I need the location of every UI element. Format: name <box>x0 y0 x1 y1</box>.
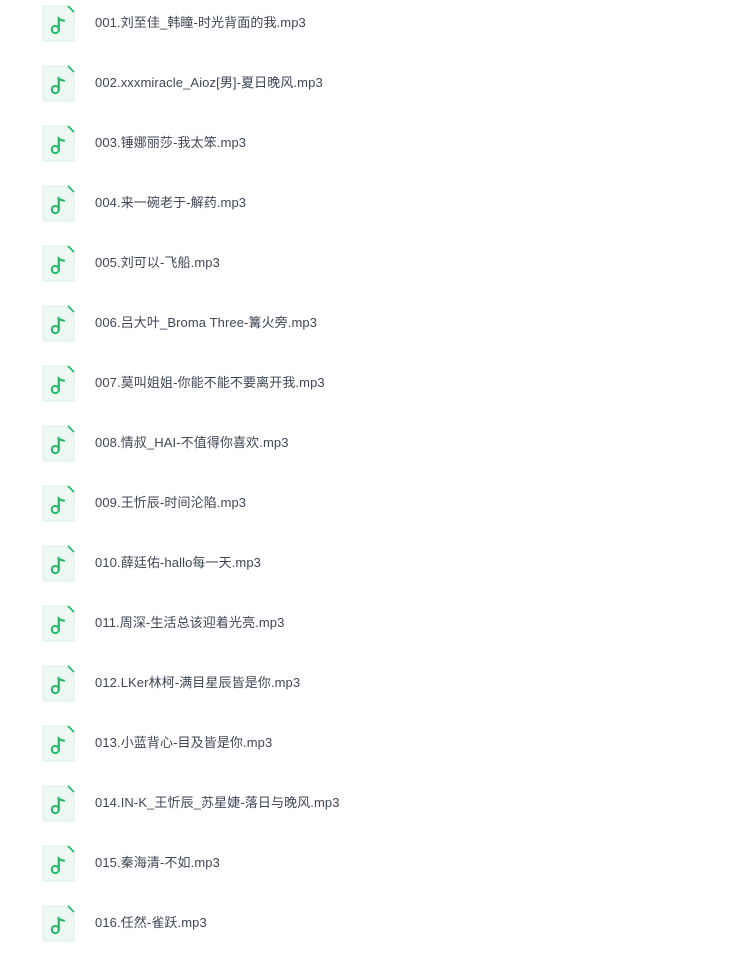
music-file-icon[interactable] <box>42 725 75 762</box>
file-row[interactable]: 009.王忻辰-时间沦陷.mp3 <box>0 480 753 540</box>
file-row[interactable]: 011.周深-生活总该迎着光亮.mp3 <box>0 600 753 660</box>
file-row[interactable]: 015.秦海清-不如.mp3 <box>0 840 753 900</box>
file-row[interactable]: 010.薛廷佑-hallo每一天.mp3 <box>0 540 753 600</box>
file-name[interactable]: 011.周深-生活总该迎着光亮.mp3 <box>95 614 284 632</box>
file-row[interactable]: 014.IN-K_王忻辰_苏星婕-落日与晚风.mp3 <box>0 780 753 840</box>
music-file-icon[interactable] <box>42 905 75 942</box>
file-name[interactable]: 014.IN-K_王忻辰_苏星婕-落日与晚风.mp3 <box>95 794 340 812</box>
file-name[interactable]: 015.秦海清-不如.mp3 <box>95 854 220 872</box>
file-row[interactable]: 016.任然-雀跃.mp3 <box>0 900 753 960</box>
music-file-icon[interactable] <box>42 5 75 42</box>
file-name[interactable]: 009.王忻辰-时间沦陷.mp3 <box>95 494 246 512</box>
music-file-icon[interactable] <box>42 485 75 522</box>
file-name[interactable]: 016.任然-雀跃.mp3 <box>95 914 207 932</box>
file-name[interactable]: 005.刘可以-飞船.mp3 <box>95 254 220 272</box>
music-file-icon[interactable] <box>42 365 75 402</box>
music-file-icon[interactable] <box>42 545 75 582</box>
music-file-icon[interactable] <box>42 305 75 342</box>
file-name[interactable]: 007.莫叫姐姐-你能不能不要离开我.mp3 <box>95 374 325 392</box>
file-row[interactable]: 007.莫叫姐姐-你能不能不要离开我.mp3 <box>0 360 753 420</box>
file-row[interactable]: 006.吕大叶_Broma Three-篝火旁.mp3 <box>0 300 753 360</box>
file-row[interactable]: 003.锤娜丽莎-我太笨.mp3 <box>0 120 753 180</box>
file-name[interactable]: 003.锤娜丽莎-我太笨.mp3 <box>95 134 246 152</box>
music-file-icon[interactable] <box>42 665 75 702</box>
file-row[interactable]: 013.小蓝背心-目及皆是你.mp3 <box>0 720 753 780</box>
file-row[interactable]: 012.LKer林柯-满目星辰皆是你.mp3 <box>0 660 753 720</box>
file-row[interactable]: 008.情叔_HAI-不值得你喜欢.mp3 <box>0 420 753 480</box>
music-file-icon[interactable] <box>42 845 75 882</box>
file-row[interactable]: 005.刘可以-飞船.mp3 <box>0 240 753 300</box>
music-file-icon[interactable] <box>42 785 75 822</box>
file-name[interactable]: 001.刘至佳_韩瞳-时光背面的我.mp3 <box>95 14 306 32</box>
file-name[interactable]: 013.小蓝背心-目及皆是你.mp3 <box>95 734 272 752</box>
file-list: 001.刘至佳_韩瞳-时光背面的我.mp3 002.xxxmiracle_Aio… <box>0 0 753 950</box>
file-name[interactable]: 010.薛廷佑-hallo每一天.mp3 <box>95 554 261 572</box>
music-file-icon[interactable] <box>42 245 75 282</box>
file-name[interactable]: 008.情叔_HAI-不值得你喜欢.mp3 <box>95 434 289 452</box>
music-file-icon[interactable] <box>42 185 75 222</box>
file-row[interactable]: 001.刘至佳_韩瞳-时光背面的我.mp3 <box>0 0 753 60</box>
file-name[interactable]: 012.LKer林柯-满目星辰皆是你.mp3 <box>95 674 300 692</box>
file-row[interactable]: 002.xxxmiracle_Aioz[男]-夏日晚风.mp3 <box>0 60 753 120</box>
file-row[interactable]: 004.来一碗老于-解药.mp3 <box>0 180 753 240</box>
music-file-icon[interactable] <box>42 65 75 102</box>
music-file-icon[interactable] <box>42 425 75 462</box>
file-name[interactable]: 002.xxxmiracle_Aioz[男]-夏日晚风.mp3 <box>95 74 323 92</box>
file-name[interactable]: 006.吕大叶_Broma Three-篝火旁.mp3 <box>95 314 317 332</box>
file-name[interactable]: 004.来一碗老于-解药.mp3 <box>95 194 246 212</box>
music-file-icon[interactable] <box>42 605 75 642</box>
music-file-icon[interactable] <box>42 125 75 162</box>
